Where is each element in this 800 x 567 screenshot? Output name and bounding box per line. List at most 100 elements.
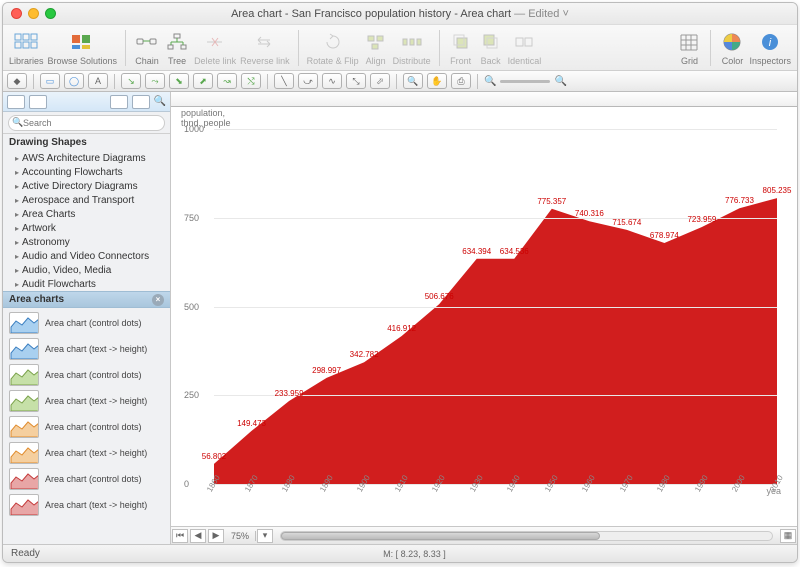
zoom-in-icon[interactable]: 🔍 [554,76,566,87]
ellipse-tool[interactable]: ◯ [64,73,84,89]
zoom-in-tool[interactable]: 🔍 [403,73,423,89]
align-button[interactable]: Align [363,29,389,66]
category-item[interactable]: Audit Flowcharts [3,277,170,291]
connector-tool-5[interactable]: ↝ [217,73,237,89]
y-tick-label: 500 [184,302,199,312]
zoom-value[interactable]: 75% [225,531,256,541]
shape-label: Area chart (text -> height) [45,396,147,406]
front-label: Front [450,56,471,66]
category-item[interactable]: Artwork [3,221,170,235]
front-button[interactable]: Front [448,29,474,66]
connector-tool-4[interactable]: ⬈ [193,73,213,89]
reverse-link-button[interactable]: Reverse link [240,29,290,66]
reverse-link-icon [252,29,278,55]
rotate-label: Rotate & Flip [307,56,359,66]
line-tool-1[interactable]: ╲ [274,73,294,89]
category-tree: AWS Architecture DiagramsAccounting Flow… [3,151,170,291]
page-next-button[interactable]: ▶ [208,529,224,543]
canvas[interactable]: population,thnd. people yea 025050075010… [171,107,797,526]
line-tool-5[interactable]: ⬀ [370,73,390,89]
inspectors-button[interactable]: i Inspectors [749,29,791,66]
front-icon [448,29,474,55]
shape-item[interactable]: Area chart (text -> height) [3,492,170,518]
shape-item[interactable]: Area chart (text -> height) [3,388,170,414]
sidebar-view-1[interactable] [110,95,128,109]
tree-button[interactable]: Tree [164,29,190,66]
page-prev-button[interactable]: ◀ [190,529,206,543]
distribute-icon [399,29,425,55]
sidebar-tab-1[interactable] [7,95,25,109]
gridline [214,484,777,485]
shape-item[interactable]: Area chart (control dots) [3,466,170,492]
shape-item[interactable]: Area chart (text -> height) [3,336,170,362]
category-item[interactable]: Aerospace and Transport [3,193,170,207]
category-item[interactable]: AWS Architecture Diagrams [3,151,170,165]
connector-tool-6[interactable]: ⤭ [241,73,261,89]
rotate-icon [320,29,346,55]
shape-item[interactable]: Area chart (control dots) [3,310,170,336]
zoom-slider[interactable]: 🔍 🔍 [484,76,567,87]
edited-indicator[interactable]: — Edited ˅ [511,8,569,20]
shape-item[interactable]: Area chart (control dots) [3,414,170,440]
page-first-button[interactable]: ⏮ [172,529,188,543]
shape-thumbnail [9,468,39,490]
connector-tool-2[interactable]: ⤳ [145,73,165,89]
shape-item[interactable]: Area chart (control dots) [3,362,170,388]
grid-button[interactable]: Grid [676,29,702,66]
data-label: 233.959 [275,389,304,398]
title-text: Area chart - San Francisco population hi… [231,8,511,20]
pointer-tool[interactable]: ◆ [7,73,27,89]
status-bar: Ready M: [ 8.23, 8.33 ] [3,544,797,562]
search-input[interactable] [8,115,165,131]
zoom-track[interactable] [500,80,550,83]
color-icon [719,29,745,55]
shape-thumbnail [9,494,39,516]
horizontal-scrollbar[interactable] [280,531,773,541]
chain-button[interactable]: Chain [134,29,160,66]
delete-link-button[interactable]: Delete link [194,29,236,66]
close-category-icon[interactable]: × [152,294,164,306]
category-item[interactable]: Area Charts [3,207,170,221]
data-label: 634.394 [462,247,491,256]
category-item[interactable]: Accounting Flowcharts [3,165,170,179]
rotate-flip-button[interactable]: Rotate & Flip [307,29,359,66]
shape-label: Area chart (control dots) [45,370,142,380]
selected-category[interactable]: Area charts × [3,291,170,308]
libraries-button[interactable]: Libraries [9,29,44,66]
distribute-button[interactable]: Distribute [393,29,431,66]
shape-thumbnail [9,338,39,360]
line-tool-2[interactable]: ⤻ [298,73,318,89]
sidebar-view-2[interactable] [132,95,150,109]
shape-item[interactable]: Area chart (text -> height) [3,440,170,466]
shape-label: Area chart (control dots) [45,318,142,328]
hand-tool[interactable]: ✋ [427,73,447,89]
back-button[interactable]: Back [478,29,504,66]
text-tool[interactable]: A [88,73,108,89]
line-tool-4[interactable]: ⤡ [346,73,366,89]
color-button[interactable]: Color [719,29,745,66]
data-label: 678.974 [650,231,679,240]
category-item[interactable]: Audio, Video, Media [3,263,170,277]
data-label: 776.733 [725,196,754,205]
identical-button[interactable]: Identical [508,29,542,66]
browse-solutions-button[interactable]: Browse Solutions [48,29,118,66]
stamp-tool[interactable]: ⎙ [451,73,471,89]
connector-tool-1[interactable]: ↘ [121,73,141,89]
zoom-out-icon[interactable]: 🔍 [484,76,496,87]
main-toolbar: Libraries Browse Solutions Chain Tree De… [3,25,797,71]
titlebar: Area chart - San Francisco population hi… [3,3,797,25]
chain-icon [134,29,160,55]
tree-header: Drawing Shapes [3,134,170,151]
category-item[interactable]: Astronomy [3,235,170,249]
page-add-button[interactable]: ▾ [257,529,273,543]
category-item[interactable]: Active Directory Diagrams [3,179,170,193]
category-item[interactable]: Audio and Video Connectors [3,249,170,263]
line-tool-3[interactable]: ∿ [322,73,342,89]
connector-tool-3[interactable]: ⬊ [169,73,189,89]
rect-tool[interactable]: ▭ [40,73,60,89]
search-icon[interactable]: 🔍 [154,96,166,107]
page-grid-button[interactable]: ▦ [780,529,796,543]
tool-ribbon: ◆ ▭ ◯ A ↘ ⤳ ⬊ ⬈ ↝ ⤭ ╲ ⤻ ∿ ⤡ ⬀ 🔍 ✋ ⎙ 🔍 🔍 [3,71,797,92]
sidebar-tab-2[interactable] [29,95,47,109]
shape-label: Area chart (text -> height) [45,500,147,510]
